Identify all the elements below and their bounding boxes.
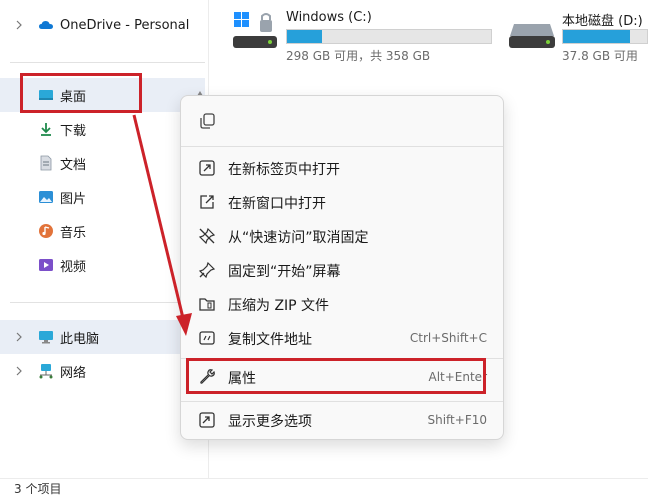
sidebar-item-videos[interactable]: 视频 [0,248,205,282]
network-icon [39,364,53,379]
chevron-right-icon[interactable] [14,332,24,342]
sidebar-item-documents[interactable]: 文档 [0,146,205,180]
menu-item-copy-path[interactable]: 复制文件地址 Ctrl+Shift+C [181,321,503,355]
unpin-icon [198,227,216,245]
drive-free-space: 298 GB 可用，共 358 GB [286,49,431,63]
drive-usage-bar [286,29,492,44]
menu-item-label: 显示更多选项 [228,414,312,430]
menu-item-label: 在新标签页中打开 [228,162,340,178]
drive-name: 本地磁盘 (D:) [562,14,643,29]
context-menu-top-actions [181,96,503,146]
annotation-box-desktop [20,73,142,113]
status-bar: 3 个项目 [0,478,648,500]
menu-item-show-more-options[interactable]: 显示更多选项 Shift+F10 [181,403,503,437]
windows-drive-icon [233,12,277,48]
menu-item-shortcut: Ctrl+Shift+C [409,331,487,345]
menu-item-label: 压缩为 ZIP 文件 [228,298,330,314]
menu-item-compress-zip[interactable]: 压缩为 ZIP 文件 [181,287,503,321]
video-icon [39,259,53,271]
drive-tile-c[interactable]: Windows (C:) 298 GB 可用，共 358 GB [232,6,494,66]
menu-item-label: 复制文件地址 [228,332,312,348]
sidebar-item-label: 此电脑 [60,331,100,347]
sidebar-item-music[interactable]: 音乐 [0,214,205,248]
sidebar-item-this-pc[interactable]: 此电脑 [0,320,205,354]
menu-item-open-new-tab[interactable]: 在新标签页中打开 [181,151,503,185]
sidebar-item-network[interactable]: 网络 [0,354,205,388]
sidebar-item-onedrive[interactable]: OneDrive - Personal [0,8,205,42]
open-new-window-icon [200,195,214,209]
navigation-pane: OneDrive - Personal 桌面 下载 文档 图片 音乐 视频 此电… [0,0,209,478]
menu-separator [181,146,503,147]
chevron-right-icon[interactable] [14,20,24,30]
drive-usage-fill [287,30,322,43]
sidebar-item-label: OneDrive - Personal [60,17,190,33]
item-count: 3 个项目 [14,482,62,496]
sidebar-item-label: 下载 [60,123,87,139]
menu-item-open-new-window[interactable]: 在新窗口中打开 [181,185,503,219]
menu-item-label: 在新窗口中打开 [228,196,326,212]
drive-free-space: 37.8 GB 可用 [562,49,638,63]
menu-separator [181,401,503,402]
sidebar-item-label: 音乐 [60,225,87,241]
drive-usage-bar [562,29,648,44]
sidebar-item-label: 视频 [60,259,87,275]
sidebar-item-downloads[interactable]: 下载 [0,112,205,146]
drive-tile-d[interactable]: 本地磁盘 (D:) 37.8 GB 可用 [508,6,648,66]
sidebar-divider [10,302,205,303]
pc-icon [39,331,53,344]
drive-usage-fill [563,30,631,43]
drive-icon [509,24,555,48]
sidebar-item-label: 网络 [60,365,87,381]
picture-icon [39,191,53,203]
open-new-tab-icon [199,160,215,176]
music-icon [39,224,53,238]
zip-folder-icon [199,298,215,311]
sidebar-divider [10,62,205,63]
menu-item-label: 从“快速访问”取消固定 [228,230,369,246]
sidebar-item-label: 文档 [60,157,87,173]
cloud-icon [39,21,53,29]
document-icon [40,155,52,171]
chevron-right-icon[interactable] [14,366,24,376]
copy-icon[interactable] [198,112,216,130]
download-icon [41,123,51,136]
sidebar-item-label: 图片 [60,191,87,207]
menu-item-shortcut: Shift+F10 [427,413,487,427]
menu-item-pin-to-start[interactable]: 固定到“开始”屏幕 [181,253,503,287]
annotation-box-properties [186,358,486,394]
menu-item-label: 固定到“开始”屏幕 [228,264,341,280]
more-options-icon [199,412,215,428]
drive-name: Windows (C:) [286,10,372,25]
pin-icon [198,261,216,279]
sidebar-item-pictures[interactable]: 图片 [0,180,205,214]
menu-item-unpin-quick-access[interactable]: 从“快速访问”取消固定 [181,219,503,253]
copy-path-icon [199,331,215,345]
